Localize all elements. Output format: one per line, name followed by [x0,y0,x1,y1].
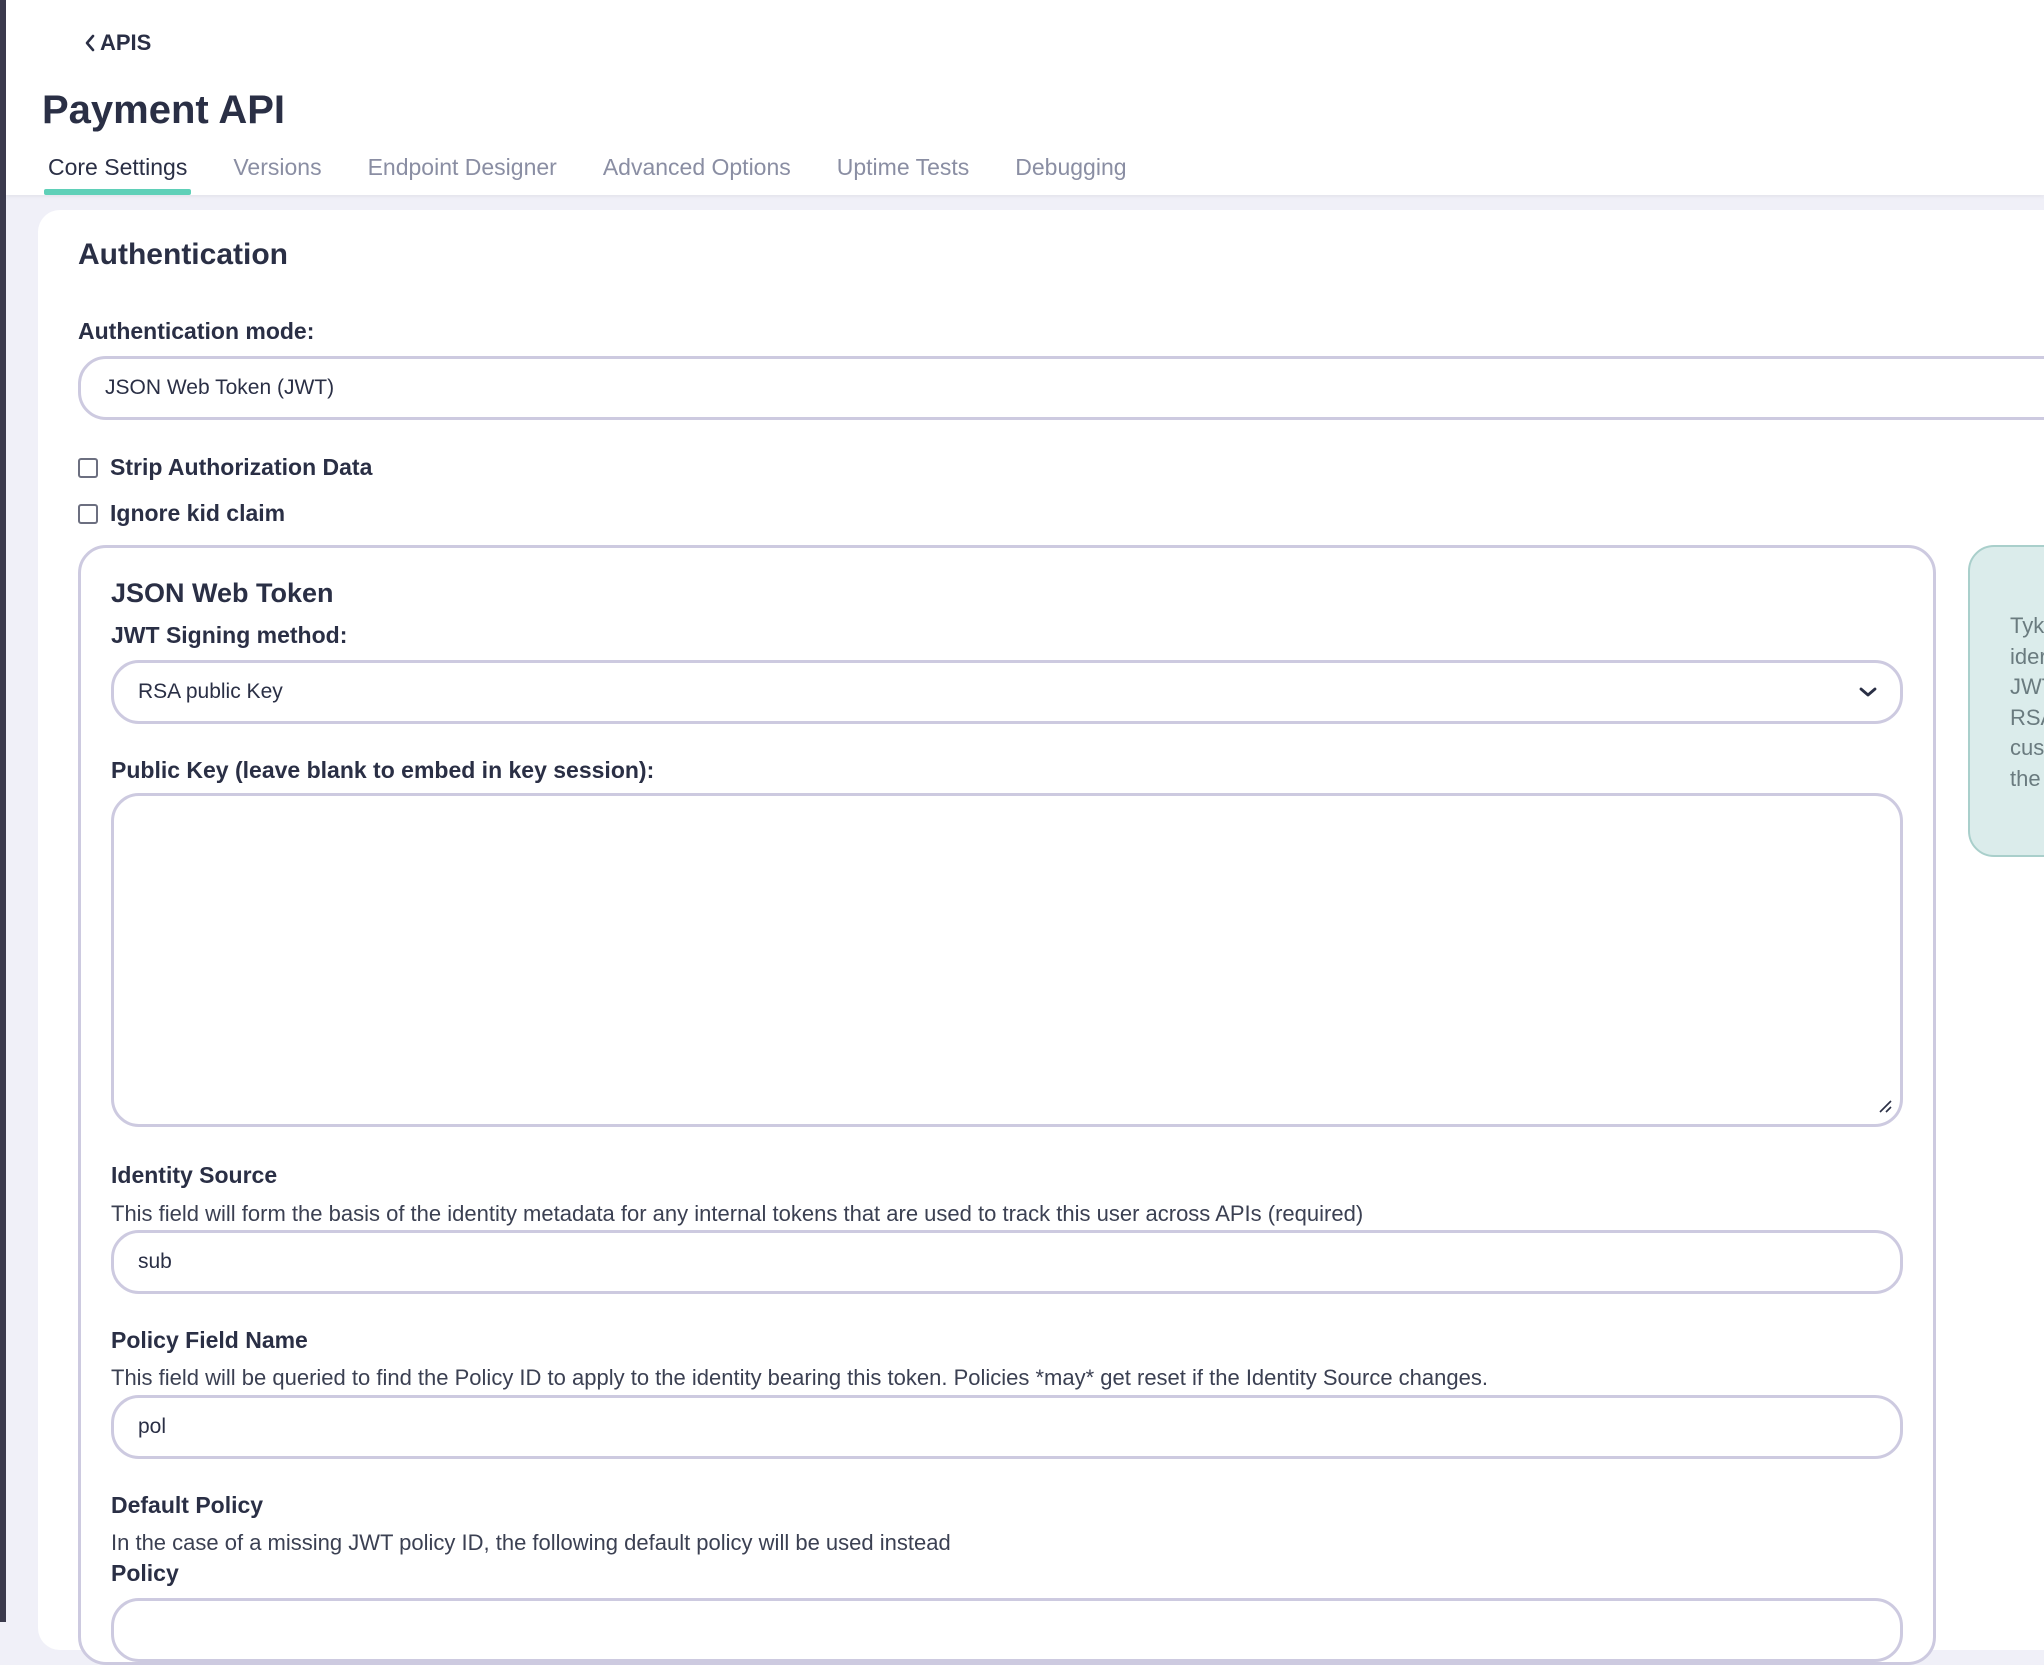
policy-field-value: pol [138,1415,167,1438]
ignore-kid-checkbox[interactable] [78,503,98,524]
policy-field-label: Policy Field Name [111,1327,308,1353]
strip-auth-checkbox[interactable] [78,457,98,478]
jwt-signing-value: RSA public Key [138,680,283,703]
tab-versions[interactable]: Versions [229,150,325,195]
identity-source-input[interactable]: sub [111,1230,1903,1294]
info-line: Tyk [2010,613,2044,638]
policy-field-input[interactable]: pol [111,1395,1903,1459]
tab-advanced-options[interactable]: Advanced Options [599,150,795,195]
tab-uptime-tests[interactable]: Uptime Tests [833,150,974,195]
jwt-section-title: JSON Web Token [111,578,334,608]
back-link-label: APIS [100,30,152,55]
left-sidebar-edge [0,0,6,1622]
strip-auth-row: Strip Authorization Data [78,454,372,481]
tab-core-settings[interactable]: Core Settings [44,150,192,195]
identity-source-help: This field will form the basis of the id… [111,1201,1364,1226]
public-key-label: Public Key (leave blank to embed in key … [111,757,655,783]
default-policy-select[interactable] [111,1598,1903,1662]
policy-field-help: This field will be queried to find the P… [111,1365,1488,1390]
tab-endpoint-designer[interactable]: Endpoint Designer [364,150,561,195]
ignore-kid-row: Ignore kid claim [78,500,285,527]
info-line: the [2010,765,2041,791]
auth-mode-value: JSON Web Token (JWT) [105,376,335,399]
info-line: RSA [2010,704,2044,730]
auth-mode-label: Authentication mode: [78,318,315,344]
resize-handle-icon[interactable] [1878,1099,1892,1118]
auth-mode-select[interactable]: JSON Web Token (JWT) [78,356,2044,420]
jwt-signing-select[interactable]: RSA public Key [111,660,1903,724]
info-line: cus [2010,735,2044,760]
back-link[interactable]: APIS [84,30,151,56]
ignore-kid-label: Ignore kid claim [110,500,286,526]
chevron-down-icon [1858,680,1878,704]
info-line: JWT [2010,674,2044,699]
section-title-authentication: Authentication [78,238,288,271]
identity-source-label: Identity Source [111,1162,278,1188]
identity-source-value: sub [138,1250,172,1273]
default-policy-label: Default Policy [111,1492,264,1518]
public-key-textarea[interactable] [111,793,1903,1127]
info-line: ider [2010,643,2044,669]
jwt-signing-label: JWT Signing method: [111,622,348,648]
tab-debugging[interactable]: Debugging [1011,150,1130,195]
default-policy-help: In the case of a missing JWT policy ID, … [111,1530,951,1555]
chevron-left-icon [84,33,96,53]
strip-auth-label: Strip Authorization Data [110,454,373,480]
jwt-info-panel: Tyk ider JWT RSA cus the [1968,545,2044,857]
page-header: APIS Payment API Core Settings Versions … [6,0,2044,195]
tab-bar: Core Settings Versions Endpoint Designer… [44,150,1131,195]
page-title: Payment API [42,88,286,132]
policy-label: Policy [111,1560,179,1586]
